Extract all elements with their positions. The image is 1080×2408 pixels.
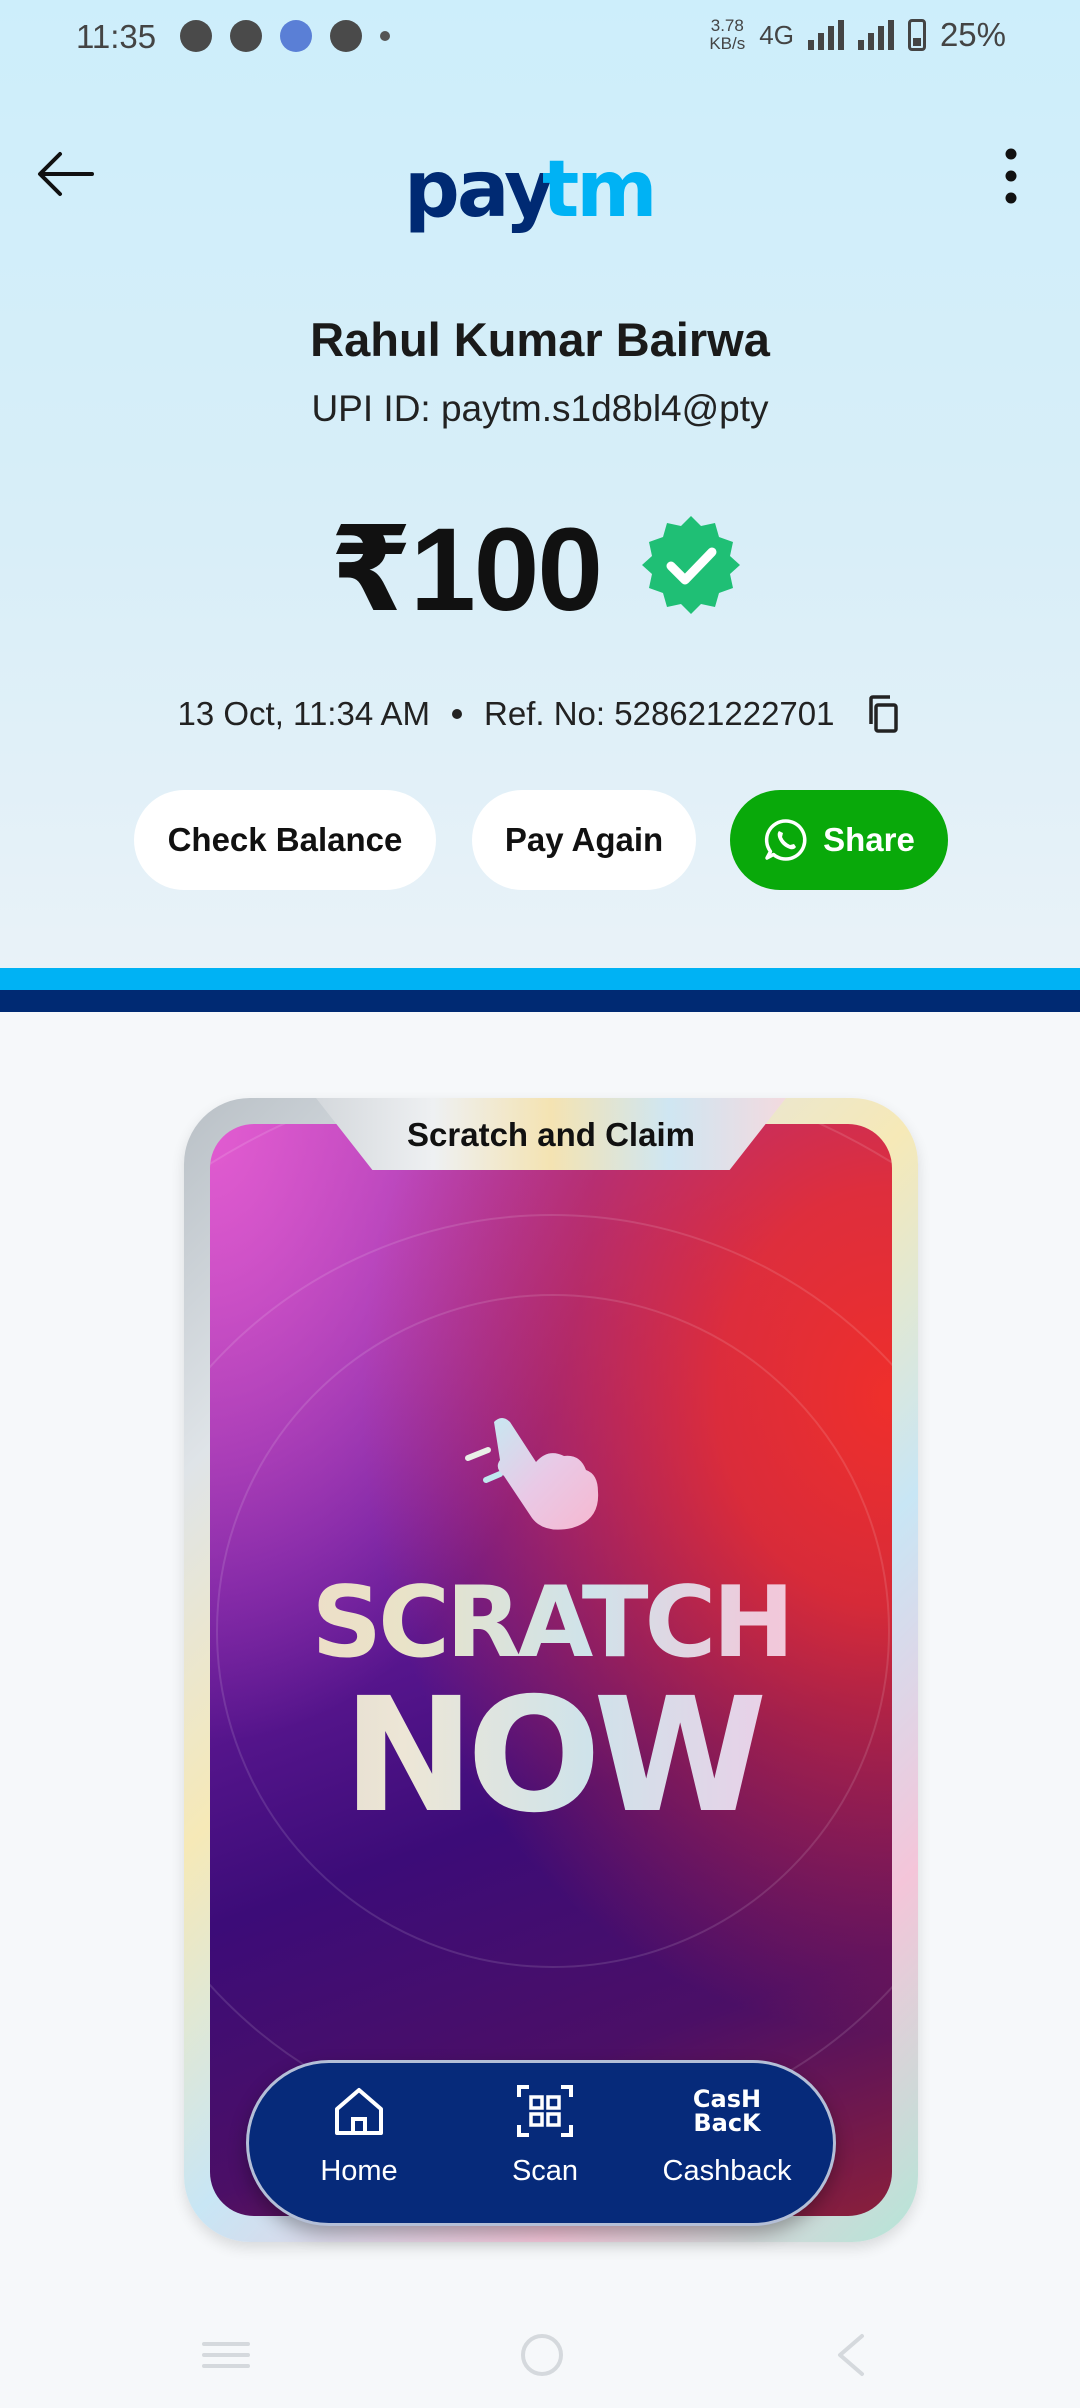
tap-hand-icon	[464, 1408, 614, 1538]
copy-icon[interactable]	[866, 694, 902, 734]
telegram-icon	[180, 20, 212, 52]
notification-icons	[180, 20, 390, 52]
payment-amount: ₹100	[330, 504, 603, 636]
signal-icon	[807, 20, 844, 50]
separator-dot	[452, 709, 463, 719]
network-speed-value: 3.78	[710, 16, 744, 35]
scratch-card-title: Scratch and Claim	[407, 1116, 695, 1153]
logo-tm-text: tm	[542, 145, 655, 235]
brand-stripe-dark	[0, 990, 1080, 1012]
network-type: 4G	[759, 19, 794, 50]
more-notifications-dot	[380, 31, 390, 41]
verified-check-icon	[638, 512, 744, 618]
nav-cashback-label: Cashback	[662, 2155, 792, 2187]
arrow-left-icon	[38, 152, 94, 196]
transaction-datetime: 13 Oct, 11:34 AM	[177, 695, 431, 732]
logo-pay-text: pay	[404, 145, 554, 235]
nav-home[interactable]: Home	[279, 2081, 439, 2211]
status-bar: 11:35 3.78 KB/s 4G 25%	[0, 0, 1080, 80]
status-right: 3.78 KB/s 4G 25%	[709, 16, 1006, 54]
pay-again-button[interactable]: Pay Again	[472, 790, 696, 890]
upi-id: UPI ID: paytm.s1d8bl4@pty	[311, 388, 769, 429]
cashback-logo-bottom: BacK	[693, 2109, 761, 2137]
qr-scan-icon	[517, 2085, 573, 2137]
payee-name: Rahul Kumar Bairwa	[310, 313, 770, 366]
circle-icon	[521, 2334, 563, 2376]
system-back-button[interactable]	[820, 2330, 880, 2380]
brand-stripe-light	[0, 968, 1080, 990]
paytm-logo: pay tm	[400, 136, 680, 236]
reference-number: Ref. No: 528621222701	[484, 695, 835, 732]
scratch-text: SCRATCH	[184, 1566, 918, 1680]
recent-apps-button[interactable]	[196, 2330, 256, 2380]
check-balance-button[interactable]: Check Balance	[134, 790, 436, 890]
signal-icon-2	[857, 20, 894, 50]
action-buttons: Check Balance Pay Again Share	[0, 790, 1080, 890]
network-speed: 3.78 KB/s	[709, 17, 745, 53]
chevron-left-icon	[838, 2334, 864, 2376]
status-time: 11:35	[76, 18, 157, 55]
app-notification-icon	[280, 20, 312, 52]
nav-scan-label: Scan	[511, 2155, 579, 2187]
share-button[interactable]: Share	[730, 790, 948, 890]
cashback-logo-top: CasH	[692, 2085, 762, 2113]
more-vertical-icon	[1005, 148, 1017, 204]
cashback-icon: CasH BacK	[647, 2081, 807, 2141]
menu-lines-icon	[202, 2342, 250, 2368]
bottom-navigation: Home Scan CasH BacK Cashback	[246, 2060, 836, 2226]
battery-icon	[907, 19, 926, 51]
system-navigation-bar	[0, 2300, 1080, 2408]
more-options-button[interactable]	[996, 144, 1026, 208]
transaction-meta: 13 Oct, 11:34 AM Ref. No: 528621222701	[0, 694, 1080, 734]
whatsapp-notification-icon	[330, 20, 362, 52]
nav-scan[interactable]: Scan	[465, 2081, 625, 2211]
nav-cashback[interactable]: CasH BacK Cashback	[647, 2081, 807, 2211]
battery-percent: 25%	[939, 16, 1006, 53]
share-label: Share	[823, 821, 915, 858]
system-home-button[interactable]	[512, 2330, 572, 2380]
network-speed-unit: KB/s	[709, 34, 746, 53]
chat-icon	[230, 20, 262, 52]
now-text: NOW	[184, 1664, 918, 1848]
whatsapp-icon	[765, 819, 807, 861]
nav-home-label: Home	[320, 2155, 398, 2187]
home-icon	[335, 2088, 383, 2135]
back-button[interactable]	[34, 142, 98, 206]
